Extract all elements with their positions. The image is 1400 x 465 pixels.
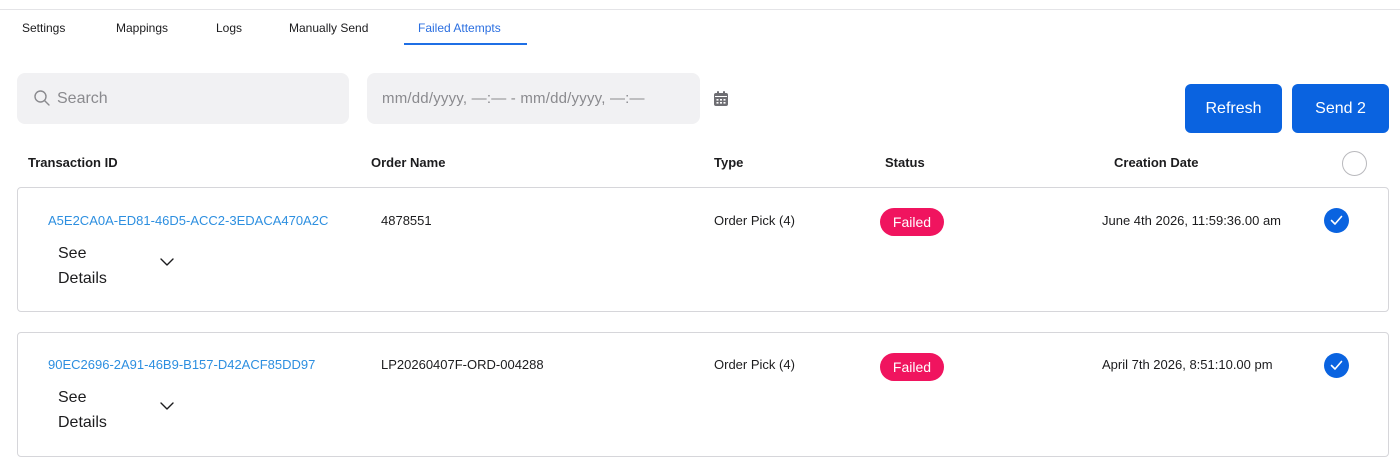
creation-date: June 4th 2026, 11:59:36.00 am bbox=[1102, 213, 1282, 228]
creation-date: April 7th 2026, 8:51:10.00 pm bbox=[1102, 357, 1273, 372]
chevron-down-icon[interactable] bbox=[159, 401, 175, 411]
column-header-transaction-id: Transaction ID bbox=[28, 155, 118, 170]
tab-settings[interactable]: Settings bbox=[22, 21, 65, 35]
column-header-status: Status bbox=[885, 155, 925, 170]
status-badge: Failed bbox=[880, 353, 944, 381]
transaction-id-link[interactable]: 90EC2696-2A91-46B9-B157-D42ACF85DD97 bbox=[48, 357, 315, 372]
order-name: 4878551 bbox=[381, 213, 432, 228]
column-header-creation-date: Creation Date bbox=[1114, 155, 1199, 170]
see-details-toggle[interactable]: See Details bbox=[58, 385, 128, 435]
transaction-type: Order Pick (4) bbox=[714, 357, 795, 372]
calendar-icon[interactable] bbox=[712, 90, 730, 108]
refresh-button[interactable]: Refresh bbox=[1185, 84, 1282, 133]
date-range-placeholder: mm/dd/yyyy, —:— - mm/dd/yyyy, —:— bbox=[382, 90, 645, 107]
column-header-order-name: Order Name bbox=[371, 155, 446, 170]
tab-failed-attempts[interactable]: Failed Attempts bbox=[418, 21, 501, 35]
tab-bar: Settings Mappings Logs Manually Send Fai… bbox=[0, 10, 1400, 45]
order-name: LP20260407F-ORD-004288 bbox=[381, 357, 544, 372]
chevron-down-icon[interactable] bbox=[159, 257, 175, 267]
tab-logs[interactable]: Logs bbox=[216, 21, 242, 35]
tab-mappings[interactable]: Mappings bbox=[116, 21, 168, 35]
row-checkbox[interactable] bbox=[1324, 353, 1349, 378]
check-icon bbox=[1330, 215, 1343, 225]
table-row: 90EC2696-2A91-46B9-B157-D42ACF85DD97 See… bbox=[17, 332, 1389, 457]
select-all-checkbox[interactable] bbox=[1342, 151, 1367, 176]
see-details-toggle[interactable]: See Details bbox=[58, 241, 128, 291]
row-checkbox[interactable] bbox=[1324, 208, 1349, 233]
date-range-input[interactable]: mm/dd/yyyy, —:— - mm/dd/yyyy, —:— bbox=[367, 73, 700, 124]
check-icon bbox=[1330, 360, 1343, 370]
table-row: A5E2CA0A-ED81-46D5-ACC2-3EDACA470A2C See… bbox=[17, 187, 1389, 312]
transaction-type: Order Pick (4) bbox=[714, 213, 795, 228]
column-header-type: Type bbox=[714, 155, 744, 170]
active-tab-underline bbox=[404, 43, 527, 45]
status-badge: Failed bbox=[880, 208, 944, 236]
send-button[interactable]: Send 2 bbox=[1292, 84, 1389, 133]
tab-manually-send[interactable]: Manually Send bbox=[289, 21, 368, 35]
search-input[interactable] bbox=[57, 73, 337, 124]
search-box bbox=[17, 73, 349, 124]
search-icon bbox=[34, 90, 50, 106]
transaction-id-link[interactable]: A5E2CA0A-ED81-46D5-ACC2-3EDACA470A2C bbox=[48, 213, 328, 228]
